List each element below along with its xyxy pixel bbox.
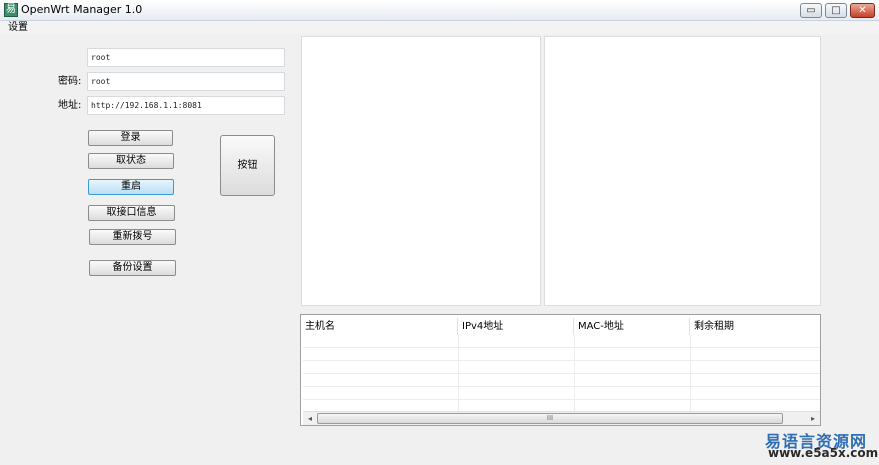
dhcp-client-list[interactable]: 主机名 IPv4地址 MAC-地址 剩余租期 ◂ III ▸ xyxy=(300,314,821,426)
close-button[interactable]: ✕ xyxy=(850,3,875,18)
window-title: OpenWrt Manager 1.0 xyxy=(21,3,143,16)
scroll-right-arrow-icon[interactable]: ▸ xyxy=(808,413,818,425)
address-label: 地址: xyxy=(58,100,82,111)
menu-bar: 设置 xyxy=(0,21,879,34)
password-label: 密码: xyxy=(58,76,82,87)
output-panel-right[interactable] xyxy=(544,36,821,306)
empty-row xyxy=(303,387,820,400)
empty-row xyxy=(303,361,820,374)
get-interface-info-button[interactable]: 取接口信息 xyxy=(88,205,175,221)
scroll-thumb[interactable]: III xyxy=(317,413,783,424)
grid-divider xyxy=(458,335,459,411)
minimize-button[interactable]: ▭ xyxy=(800,3,822,18)
column-header-hostname[interactable]: 主机名 xyxy=(301,318,458,335)
login-button[interactable]: 登录 xyxy=(88,130,173,146)
address-input[interactable]: http://192.168.1.1:8081 xyxy=(87,96,285,115)
column-header-mac[interactable]: MAC-地址 xyxy=(574,318,690,335)
empty-row xyxy=(303,374,820,387)
grid-divider xyxy=(574,335,575,411)
column-header-lease-remaining[interactable]: 剩余租期 xyxy=(690,318,818,335)
empty-row xyxy=(303,348,820,361)
app-icon: 易 xyxy=(4,3,18,17)
backup-settings-button[interactable]: 备份设置 xyxy=(89,260,176,276)
empty-row xyxy=(303,335,820,348)
watermark-url: www.e5a5x.com xyxy=(768,446,879,460)
generic-button[interactable]: 按钮 xyxy=(220,135,275,196)
column-header-ipv4[interactable]: IPv4地址 xyxy=(458,318,574,335)
menu-item-settings[interactable]: 设置 xyxy=(8,21,28,34)
horizontal-scrollbar[interactable]: ◂ III ▸ xyxy=(303,411,820,425)
redial-button[interactable]: 重新拨号 xyxy=(89,229,176,245)
password-input[interactable]: root xyxy=(87,72,285,91)
username-input[interactable]: root xyxy=(87,48,285,67)
output-panel-left[interactable] xyxy=(301,36,541,306)
get-status-button[interactable]: 取状态 xyxy=(88,153,174,169)
restart-button[interactable]: 重启 xyxy=(88,179,174,195)
empty-row xyxy=(303,400,820,411)
title-bar[interactable]: 易 OpenWrt Manager 1.0 ▭ □ ✕ xyxy=(0,0,879,21)
maximize-button[interactable]: □ xyxy=(825,3,847,18)
grid-divider xyxy=(690,335,691,411)
scroll-left-arrow-icon[interactable]: ◂ xyxy=(305,413,315,425)
